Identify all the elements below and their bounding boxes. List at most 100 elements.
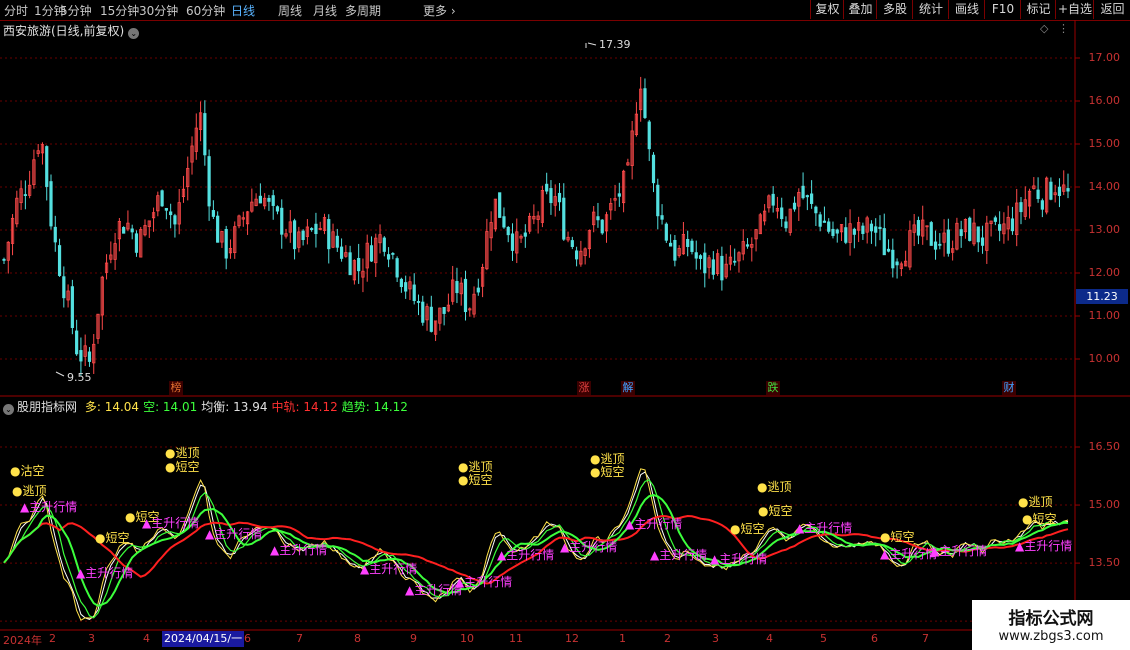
candle-body	[421, 301, 425, 323]
candle-body	[506, 226, 510, 236]
candle-body	[643, 88, 647, 118]
price-axis-label: 14.00	[1088, 180, 1121, 193]
candle-body	[416, 301, 421, 303]
candle-body	[673, 239, 677, 261]
candle-body	[878, 226, 882, 230]
signal-up-31: ▲主升行情	[1015, 539, 1073, 553]
candle-body	[980, 237, 985, 246]
price-axis-label: 11.00	[1088, 309, 1121, 322]
date-month-3: 6	[244, 632, 251, 645]
date-month-6: 9	[410, 632, 417, 645]
candle-body	[933, 241, 938, 250]
candle-body	[164, 208, 168, 211]
candle-body	[976, 226, 980, 243]
event-marker-3[interactable]: 跌	[766, 381, 780, 395]
candle-body	[310, 228, 314, 231]
candle-body	[442, 307, 446, 314]
candle-body	[861, 225, 865, 234]
indicator-value-2: 均衡: 13.94	[201, 400, 268, 414]
candle-body	[993, 217, 997, 222]
indicator-axis-label: 16.50	[1088, 440, 1121, 453]
candle-body	[998, 224, 1002, 231]
watermark-url: www.zbgs3.com	[998, 629, 1104, 644]
candle-body	[929, 222, 933, 246]
signal-up-25: ▲主升行情	[625, 517, 683, 531]
candle-body	[160, 190, 164, 207]
candle-body	[258, 195, 262, 204]
candle-body	[369, 245, 374, 262]
date-month-2: 4	[143, 632, 150, 645]
candle-body	[771, 193, 775, 206]
candle-body	[57, 245, 62, 276]
signal-up-6: ▲主升行情	[142, 516, 200, 530]
candle-body	[690, 240, 694, 252]
candle-body	[784, 221, 788, 229]
signal-short-12: ●短空	[758, 504, 793, 518]
candle-body	[75, 330, 79, 355]
signal-up-19: ▲主升行情	[270, 543, 328, 557]
indicator-axis-label: 15.00	[1088, 498, 1121, 512]
event-marker-4[interactable]: 财	[1002, 381, 1016, 395]
event-marker-2[interactable]: 解	[621, 381, 635, 395]
candle-body	[720, 255, 724, 281]
candle-body	[1057, 186, 1062, 196]
candle-body	[429, 306, 433, 332]
candle-body	[502, 216, 506, 228]
price-axis-label: 13.00	[1088, 223, 1121, 236]
signal-up-23: ▲主升行情	[497, 548, 555, 562]
candle-body	[869, 223, 874, 232]
candle-body	[301, 230, 305, 240]
candle-body	[357, 257, 361, 272]
candle-body	[455, 281, 459, 294]
candle-body	[23, 194, 27, 196]
indicator-settings-icon[interactable]: ⌄	[3, 404, 14, 415]
candle-body	[617, 193, 621, 197]
candle-body	[203, 113, 207, 156]
candle-body	[835, 229, 839, 234]
date-month-10: 1	[619, 632, 626, 645]
event-marker-1[interactable]: 涨	[577, 381, 591, 395]
candle-body	[87, 351, 92, 362]
candle-body	[476, 287, 480, 293]
signal-short-4: ●短空	[165, 460, 200, 474]
candle-body	[959, 229, 963, 237]
candle-body	[275, 206, 280, 212]
candle-body	[656, 184, 660, 217]
candle-body	[348, 252, 352, 276]
signal-up-2: ▲主升行情	[20, 500, 78, 514]
candle-body	[805, 195, 809, 198]
candle-body	[169, 211, 173, 216]
candle-body	[1010, 218, 1015, 232]
signal-up-21: ▲主升行情	[405, 583, 463, 597]
candle-body	[545, 183, 549, 192]
date-month-13: 4	[766, 632, 773, 645]
date-month-0: 2	[49, 632, 56, 645]
indicator-value-0: 多: 14.04	[84, 400, 140, 414]
candle-body	[314, 223, 318, 235]
signal-short-13: ●短空	[730, 522, 765, 536]
watermark-title: 指标公式网	[1008, 609, 1094, 629]
candle-body	[810, 193, 814, 204]
indicator-axis-label: 13.50	[1088, 556, 1121, 570]
candle-body	[549, 188, 553, 204]
candle-body	[510, 233, 515, 251]
candle-body	[45, 146, 49, 187]
candle-body	[207, 156, 211, 207]
indicator-value-1: 空: 14.01	[143, 400, 198, 414]
candle-body	[122, 227, 126, 234]
candle-body	[874, 226, 878, 233]
candle-body	[703, 252, 707, 274]
date-month-12: 3	[712, 632, 719, 645]
candle-body	[562, 197, 566, 240]
candle-body	[1066, 188, 1070, 192]
event-marker-0[interactable]: 榜	[169, 381, 183, 395]
date-month-14: 5	[820, 632, 827, 645]
candle-body	[292, 220, 297, 250]
signal-short-15: ●短空	[1022, 512, 1057, 526]
price-axis-label: 17.00	[1088, 51, 1121, 64]
candle-body	[391, 253, 395, 255]
high-price-marker: 17.39	[599, 38, 631, 51]
candle-body	[574, 250, 579, 260]
signal-top-1: ●逃顶	[12, 484, 47, 498]
candle-body	[664, 223, 668, 241]
